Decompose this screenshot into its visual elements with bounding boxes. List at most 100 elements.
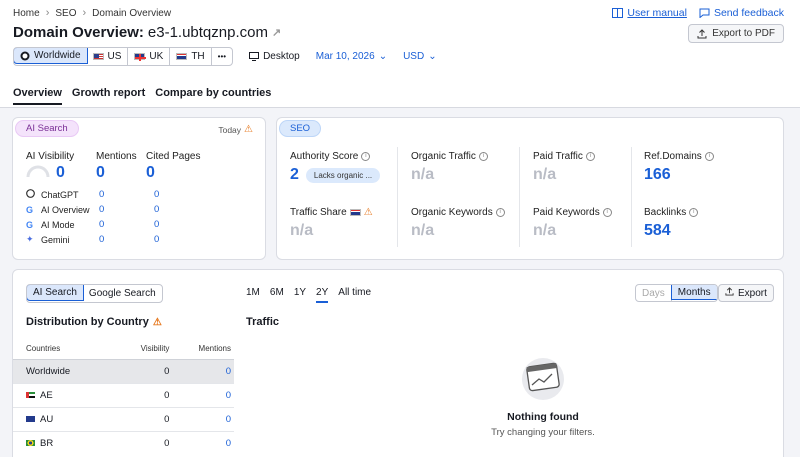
paid-traffic-text: Paid Traffic bbox=[533, 151, 583, 162]
paid-keywords-label: Paid Keywords i bbox=[533, 207, 612, 218]
authority-score-value[interactable]: 2 bbox=[290, 166, 299, 184]
authority-status-badge[interactable]: Lacks organic ... bbox=[305, 167, 381, 183]
table-row[interactable]: Worldwide 0 0 bbox=[13, 359, 234, 383]
main-tabs: Overview Growth report Compare by countr… bbox=[13, 87, 271, 105]
breadcrumb-seo[interactable]: SEO bbox=[55, 8, 76, 19]
ai-platform-row-gemini: ✦ Gemini 0 0 bbox=[26, 232, 256, 247]
platform-mentions[interactable]: 0 bbox=[99, 189, 149, 200]
organic-keywords-value: n/a bbox=[411, 222, 435, 239]
ref-domains-value[interactable]: 166 bbox=[644, 166, 714, 184]
table-row[interactable]: AE 0 0 bbox=[13, 383, 234, 407]
range-1y[interactable]: 1Y bbox=[294, 287, 306, 303]
platform-cited[interactable]: 0 bbox=[154, 204, 159, 215]
info-icon[interactable]: i bbox=[478, 152, 488, 161]
currency-selector[interactable]: USD ⌄ bbox=[403, 51, 437, 62]
authority-score-metric: Authority Score i 2 Lacks organic ... bbox=[290, 151, 381, 184]
ref-domains-label: Ref.Domains i bbox=[644, 151, 714, 162]
platform-cited[interactable]: 0 bbox=[154, 219, 159, 230]
top-bar: Home › SEO › Domain Overview User manual… bbox=[0, 0, 800, 108]
ai-visibility-metric: AI Visibility 0 bbox=[26, 151, 74, 182]
range-1m[interactable]: 1M bbox=[246, 287, 260, 303]
export-button[interactable]: Export bbox=[718, 284, 774, 302]
platform-cited[interactable]: 0 bbox=[154, 189, 159, 200]
chevron-right-icon: › bbox=[45, 7, 50, 19]
seo-card: SEO Authority Score i 2 Lacks organic ...… bbox=[276, 117, 784, 260]
user-manual-label: User manual bbox=[627, 7, 687, 19]
traffic-share-metric: Traffic Share ⚠ n/a bbox=[290, 207, 373, 240]
date-selector[interactable]: Mar 10, 2026 ⌄ bbox=[316, 51, 387, 62]
paid-keywords-metric: Paid Keywords i n/a bbox=[533, 207, 612, 240]
region-selector: Worldwide US UK TH ••• bbox=[13, 47, 234, 66]
tab-compare-by-countries[interactable]: Compare by countries bbox=[155, 87, 271, 105]
country-mentions[interactable]: 0 bbox=[169, 383, 234, 407]
ref-domains-metric: Ref.Domains i 166 bbox=[644, 151, 714, 184]
th-flag-icon bbox=[176, 53, 188, 60]
platform-mentions[interactable]: 0 bbox=[99, 204, 149, 215]
country-mentions[interactable]: 0 bbox=[169, 407, 234, 431]
br-flag-icon bbox=[26, 439, 35, 446]
organic-traffic-label: Organic Traffic i bbox=[411, 151, 488, 162]
period-months[interactable]: Months bbox=[670, 285, 717, 300]
region-us[interactable]: US bbox=[87, 48, 129, 65]
mentions-value[interactable]: 0 bbox=[96, 164, 137, 182]
ai-search-card: AI Search Today ⚠ AI Visibility 0 Mentio… bbox=[12, 117, 266, 260]
breadcrumb-current: Domain Overview bbox=[92, 7, 172, 19]
info-icon[interactable]: i bbox=[361, 152, 371, 161]
toggle-ai-search[interactable]: AI Search bbox=[26, 285, 84, 301]
export-pdf-button[interactable]: Export to PDF bbox=[688, 24, 784, 43]
info-icon[interactable]: i bbox=[704, 152, 714, 161]
region-th-label: TH bbox=[191, 51, 205, 62]
platform-cited[interactable]: 0 bbox=[154, 234, 159, 245]
empty-state-subtitle: Try changing your filters. bbox=[491, 427, 595, 438]
monitor-icon bbox=[249, 52, 260, 61]
chat-bubble-icon bbox=[699, 8, 710, 18]
cited-pages-value[interactable]: 0 bbox=[146, 164, 200, 182]
country-table: Countries Visibility Mentions Worldwide … bbox=[13, 339, 234, 455]
organic-traffic-metric: Organic Traffic i n/a bbox=[411, 151, 488, 184]
external-link-icon[interactable]: ↗ bbox=[272, 26, 281, 39]
region-uk[interactable]: UK bbox=[128, 48, 171, 65]
info-icon[interactable]: i bbox=[495, 208, 505, 217]
book-icon bbox=[612, 8, 624, 18]
user-manual-link[interactable]: User manual bbox=[612, 7, 687, 19]
region-th[interactable]: TH bbox=[170, 48, 212, 65]
more-dots-icon: ••• bbox=[217, 52, 227, 61]
breadcrumb-home[interactable]: Home bbox=[13, 8, 40, 19]
country-mentions[interactable]: 0 bbox=[169, 359, 234, 383]
info-icon[interactable]: i bbox=[602, 208, 612, 217]
region-worldwide-label: Worldwide bbox=[34, 50, 81, 61]
col-countries: Countries bbox=[26, 344, 61, 354]
backlinks-value[interactable]: 584 bbox=[644, 222, 698, 240]
export-icon bbox=[725, 287, 734, 299]
country-visibility: 0 bbox=[164, 389, 170, 401]
toggle-google-search[interactable]: Google Search bbox=[83, 285, 162, 302]
region-worldwide[interactable]: Worldwide bbox=[14, 48, 88, 64]
info-icon[interactable]: i bbox=[689, 208, 699, 217]
tab-growth-report[interactable]: Growth report bbox=[72, 87, 145, 105]
tab-overview[interactable]: Overview bbox=[13, 87, 62, 105]
range-all-time[interactable]: All time bbox=[338, 287, 371, 303]
ref-domains-text: Ref.Domains bbox=[644, 151, 702, 162]
range-2y[interactable]: 2Y bbox=[316, 287, 329, 303]
ae-flag-icon bbox=[26, 391, 35, 398]
period-days[interactable]: Days bbox=[636, 285, 672, 301]
authority-score-label: Authority Score i bbox=[290, 151, 380, 162]
send-feedback-link[interactable]: Send feedback bbox=[699, 7, 784, 19]
more-regions-button[interactable]: ••• bbox=[212, 48, 232, 65]
platform-mentions[interactable]: 0 bbox=[99, 234, 149, 245]
country-mentions[interactable]: 0 bbox=[169, 431, 234, 455]
send-feedback-label: Send feedback bbox=[713, 7, 784, 19]
empty-state-title: Nothing found bbox=[507, 411, 579, 423]
platform-mentions[interactable]: 0 bbox=[99, 219, 149, 230]
filter-bar: Worldwide US UK TH ••• Desktop Mar 10, 2… bbox=[13, 47, 437, 66]
table-row[interactable]: AU 0 0 bbox=[13, 407, 234, 431]
table-row[interactable]: BR 0 0 bbox=[13, 431, 234, 455]
warning-icon: ⚠ bbox=[244, 124, 253, 135]
range-6m[interactable]: 6M bbox=[270, 287, 284, 303]
info-icon[interactable]: i bbox=[585, 152, 595, 161]
google-icon: G bbox=[26, 204, 34, 215]
traffic-share-label: Traffic Share ⚠ bbox=[290, 207, 373, 218]
ai-search-pill: AI Search bbox=[15, 120, 79, 137]
device-selector[interactable]: Desktop bbox=[249, 51, 300, 62]
th-flag-icon bbox=[349, 209, 361, 216]
